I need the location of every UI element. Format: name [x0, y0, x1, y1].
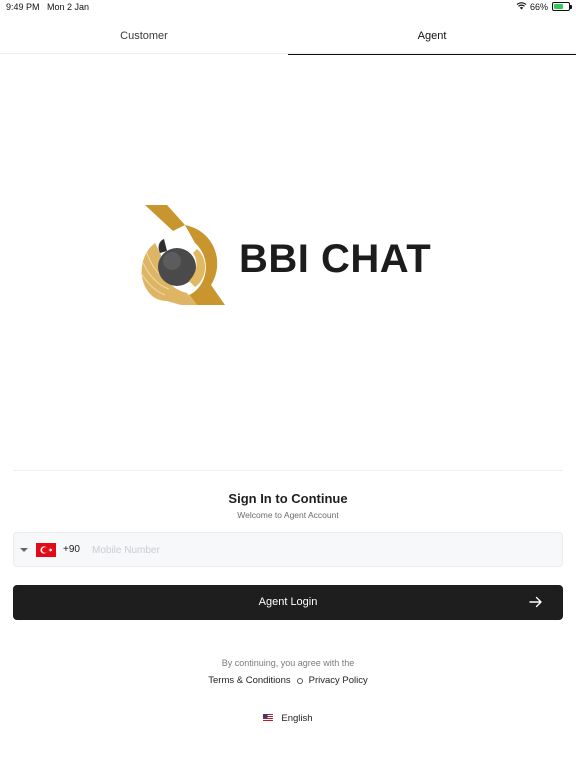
battery-percent: 66% — [529, 1, 548, 12]
login-type-tabs: Customer Agent — [0, 22, 576, 55]
wifi-icon — [516, 1, 527, 12]
language-label: English — [281, 713, 313, 724]
chevron-down-icon[interactable] — [20, 548, 28, 552]
tab-customer[interactable]: Customer — [0, 22, 288, 54]
agreement-text: By continuing, you agree with the — [221, 658, 355, 668]
agent-login-button[interactable]: Agent Login — [13, 585, 563, 620]
status-indicators: 66% — [516, 1, 572, 12]
language-selector[interactable]: English — [0, 713, 576, 724]
battery-fill — [554, 4, 564, 9]
status-bar: 9:49 PM Mon 2 Jan 66% — [0, 0, 576, 16]
status-time: 9:49 PM — [6, 2, 40, 12]
turkey-flag-icon[interactable] — [36, 543, 56, 557]
section-divider — [13, 470, 563, 471]
us-flag-icon — [263, 713, 274, 724]
battery-icon — [552, 2, 572, 11]
arrow-right-icon — [529, 596, 542, 608]
status-date: Mon 2 Jan — [47, 2, 90, 12]
agent-login-label: Agent Login — [258, 596, 318, 608]
tab-agent-label: Agent — [417, 30, 447, 42]
battery-tip — [570, 5, 572, 9]
mobile-number-input[interactable] — [92, 539, 552, 561]
separator-dot-icon — [296, 677, 303, 684]
privacy-policy-link[interactable]: Privacy Policy — [309, 675, 368, 686]
active-tab-indicator — [288, 53, 576, 55]
terms-conditions-link[interactable]: Terms & Conditions — [208, 675, 290, 686]
tab-agent[interactable]: Agent — [288, 22, 576, 55]
legal-links: Terms & Conditions Privacy Policy — [0, 675, 576, 686]
country-dial-code[interactable]: +90 — [63, 544, 80, 555]
brand-name: BBI CHAT — [239, 237, 432, 281]
sign-in-subheading: Welcome to Agent Account — [237, 510, 339, 520]
sign-in-heading: Sign In to Continue — [228, 491, 348, 506]
brand-logo: BBI CHAT — [137, 203, 457, 308]
phone-number-field: +90 — [13, 532, 563, 567]
lion-logo-icon — [140, 205, 225, 305]
